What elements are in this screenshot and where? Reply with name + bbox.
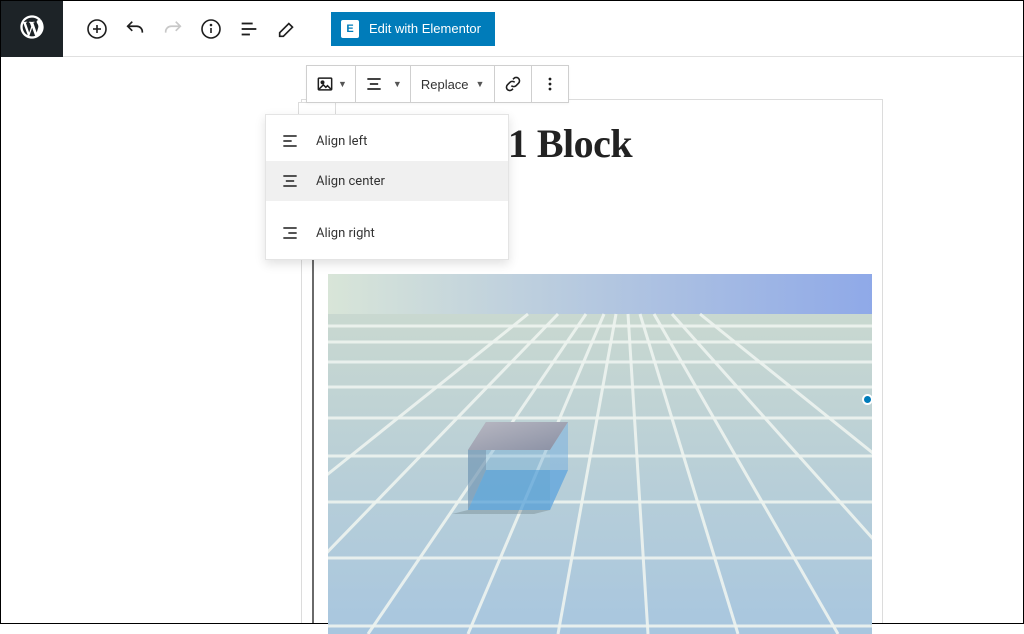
align-center-icon [280, 171, 300, 191]
admin-sidebar [1, 1, 63, 57]
block-toolbar: ▼ ▼ Replace ▼ [306, 65, 569, 103]
outline-button[interactable] [231, 11, 267, 47]
wordpress-logo-icon[interactable] [18, 13, 46, 45]
link-button[interactable] [495, 66, 531, 102]
align-left-item[interactable]: Align left [266, 121, 508, 161]
elementor-badge-icon: E [341, 20, 359, 38]
caret-down-icon: ▼ [476, 79, 485, 89]
align-left-label: Align left [316, 134, 367, 149]
image-frame [328, 274, 872, 634]
align-right-label: Align right [316, 226, 375, 241]
image-block[interactable] [328, 274, 868, 634]
align-center-label: Align center [316, 174, 385, 189]
align-center-item[interactable]: Align center [266, 161, 508, 201]
info-button[interactable] [193, 11, 229, 47]
replace-button[interactable]: Replace ▼ [411, 66, 495, 102]
caret-down-icon: ▼ [338, 79, 347, 89]
elementor-button-label: Edit with Elementor [369, 21, 481, 36]
undo-button[interactable] [117, 11, 153, 47]
redo-button[interactable] [155, 11, 191, 47]
editor-top-toolbar: E Edit with Elementor [63, 1, 1023, 57]
align-button[interactable]: ▼ [356, 66, 410, 102]
replace-label: Replace [421, 77, 469, 92]
edit-pencil-button[interactable] [269, 11, 305, 47]
caret-down-icon: ▼ [393, 79, 402, 89]
align-left-icon [280, 131, 300, 151]
align-right-icon [280, 223, 300, 243]
edit-with-elementor-button[interactable]: E Edit with Elementor [331, 12, 495, 46]
image-resize-handle[interactable] [862, 394, 873, 405]
align-right-item[interactable]: Align right [266, 213, 508, 253]
image-content-svg [328, 274, 872, 634]
add-block-button[interactable] [79, 11, 115, 47]
block-type-button[interactable]: ▼ [307, 66, 355, 102]
align-dropdown: Align left Align center Align right [265, 114, 509, 260]
more-options-button[interactable] [532, 66, 568, 102]
